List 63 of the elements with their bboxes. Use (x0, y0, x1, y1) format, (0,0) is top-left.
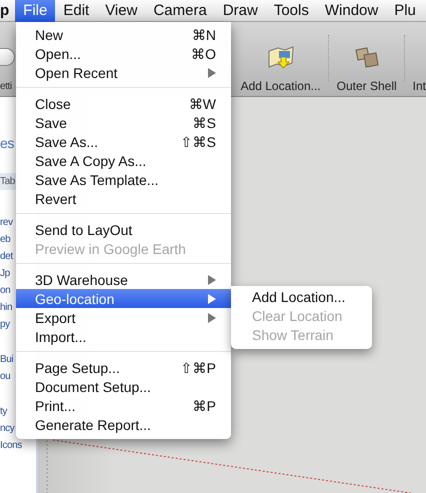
menu-item-label: Save As Template... (35, 172, 160, 188)
menu-item[interactable]: Import... (16, 327, 231, 346)
shortcut-label: ⌘P (192, 398, 216, 414)
shortcut-label: ⇧⌘P (180, 360, 216, 376)
menu-item-label: Open... (35, 46, 82, 62)
menu-item-label: Save (35, 114, 68, 130)
menu-item[interactable]: Open... ⌘O (16, 44, 231, 63)
menu-item[interactable]: Revert (16, 189, 231, 208)
menu-bar-item[interactable]: Tools (266, 0, 317, 22)
menu-item-label: Save As... (35, 134, 100, 150)
menu-item-label: Generate Report... (35, 416, 152, 432)
panel-heading: es (0, 134, 15, 153)
toolbar-button[interactable]: Int (412, 45, 426, 93)
menu-item-label: Geo-location (35, 290, 116, 306)
menu-bar-item[interactable]: Plu (386, 0, 424, 22)
menu-item[interactable]: Generate Report... (16, 415, 231, 434)
menu-bar-item[interactable]: Camera (145, 0, 215, 22)
menu-bar-item[interactable]: File (15, 0, 56, 22)
menu-item-label: 3D Warehouse (35, 272, 129, 288)
menu-item[interactable]: Send to LayOut (16, 220, 231, 239)
menu-item-label: Close (35, 96, 72, 112)
axis-line (46, 440, 48, 493)
menu-item[interactable]: Save As Template... (16, 170, 231, 189)
menu-item-label: Save A Copy As... (35, 152, 148, 168)
toolbar-label: etti (0, 81, 13, 92)
menu-item-label: Preview in Google Earth (35, 240, 187, 256)
menu-item[interactable]: 3D Warehouse (16, 270, 231, 289)
menu-item-label: Open Recent (35, 64, 118, 80)
menu-item[interactable]: Save A Copy As... (16, 151, 231, 170)
shortcut-label: ⌘O (191, 46, 216, 62)
toolbar-button[interactable]: Add Location... (240, 45, 321, 93)
menu-item-label: Page Setup... (35, 360, 121, 376)
shortcut-label: ⌘N (192, 26, 216, 42)
shortcut-label: ⌘S (192, 114, 216, 130)
menu-item[interactable]: Export (16, 308, 231, 327)
map-arrow-icon (266, 45, 296, 71)
menu-item-label: Revert (35, 190, 78, 206)
menu-item-label: Import... (35, 328, 88, 344)
menu-item[interactable]: Save ⌘S (16, 113, 231, 132)
toolbar-button[interactable]: Outer Shell (336, 45, 397, 93)
menu-item-label: Export (35, 310, 76, 326)
menu-item-label: Send to LayOut (35, 222, 134, 238)
menu-item[interactable]: Document Setup... (16, 377, 231, 396)
menu-bar-item[interactable]: Draw (214, 0, 266, 22)
menu-item-label: Print... (35, 398, 76, 414)
shortcut-label: ⇧⌘S (180, 134, 216, 150)
menu-bar-item[interactable]: p (0, 0, 12, 22)
round-button[interactable] (0, 48, 15, 66)
panel-link[interactable]: Icons (0, 437, 36, 454)
menu-item[interactable]: Page Setup... ⇧⌘P (16, 358, 231, 377)
menu-item[interactable]: Add Location... (231, 288, 372, 307)
shortcut-label: ⌘W (188, 96, 216, 112)
menu-item[interactable]: Close ⌘W (16, 94, 231, 113)
menu-bar-item[interactable]: Window (316, 0, 386, 22)
menu-item[interactable]: Open Recent (16, 63, 231, 82)
menu-item[interactable]: Print... ⌘P (16, 396, 231, 415)
menu-item[interactable]: Save As... ⇧⌘S (16, 132, 231, 151)
menu-item[interactable]: Geo-location (16, 289, 231, 308)
menu-bar-item[interactable]: Edit (55, 0, 98, 22)
menu-item-label: Document Setup... (35, 378, 152, 394)
menu-item-label: New (35, 26, 64, 42)
menu-bar-item[interactable]: View (97, 0, 146, 22)
menu-item[interactable]: New ⌘N (16, 25, 231, 44)
